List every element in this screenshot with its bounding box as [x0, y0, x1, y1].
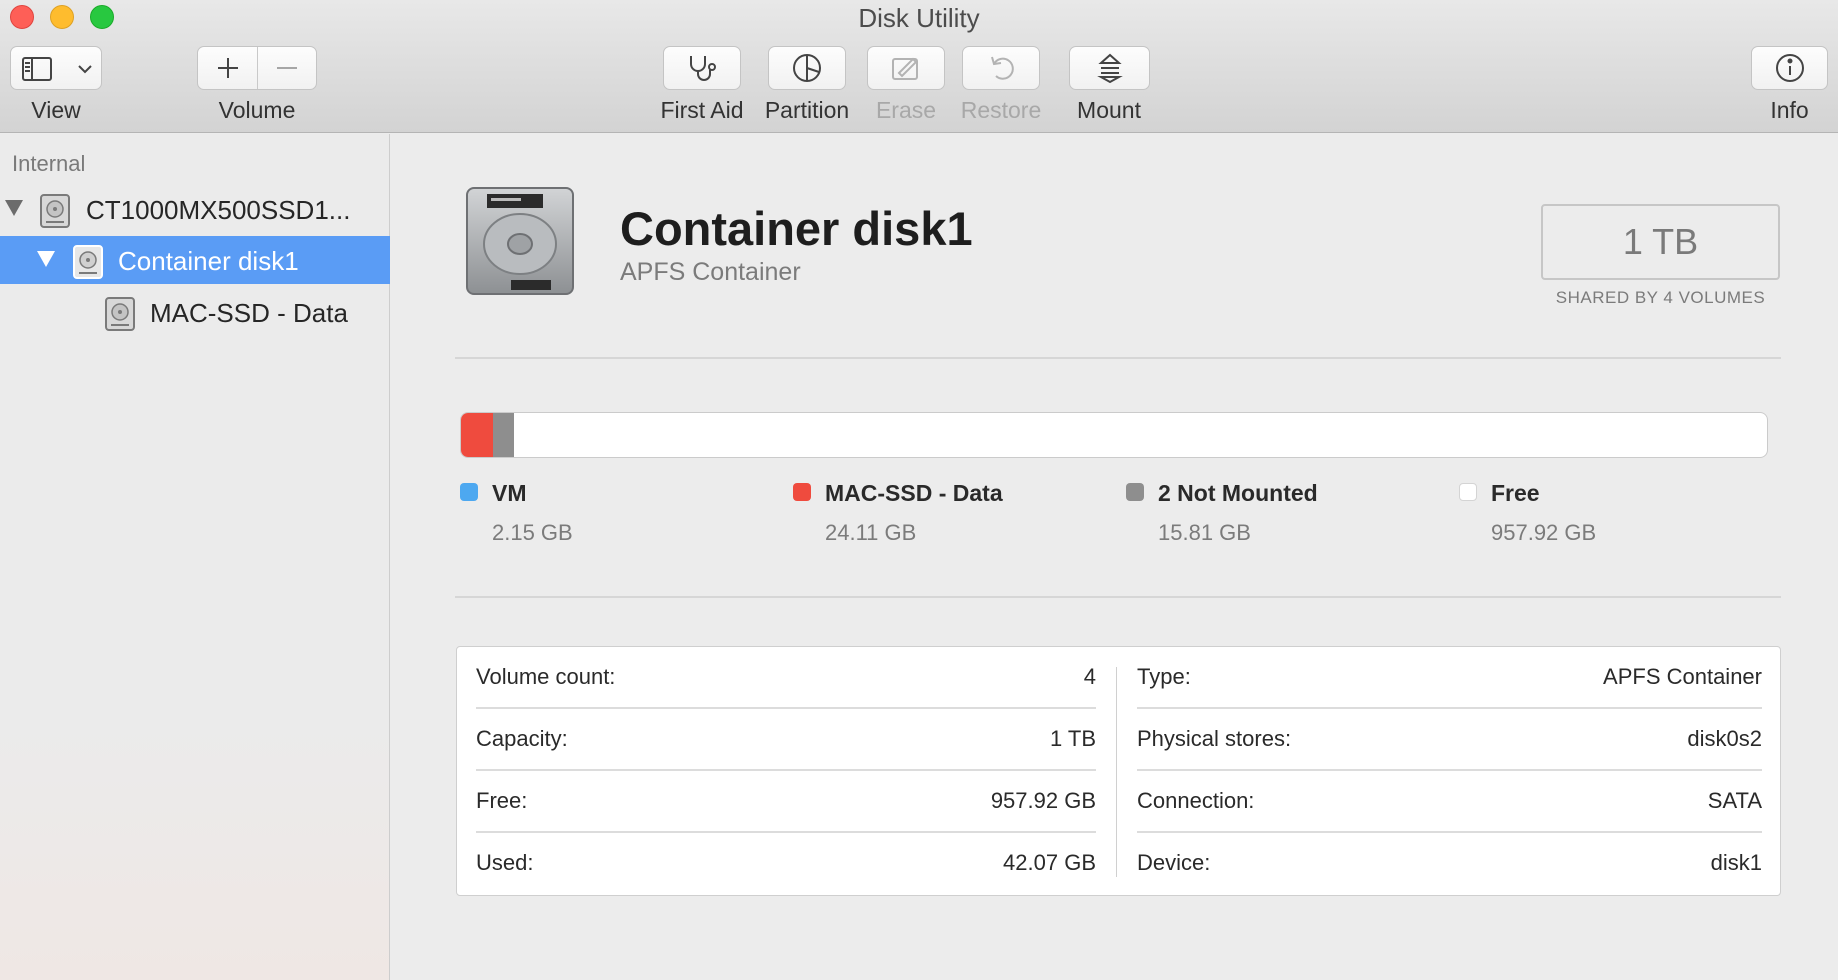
- info-key: Used:: [476, 850, 534, 875]
- disclosure-triangle-icon[interactable]: [37, 251, 55, 267]
- minus-icon: [277, 67, 297, 69]
- mount-button[interactable]: [1069, 46, 1150, 90]
- erase-button[interactable]: [867, 46, 945, 90]
- info-table: Volume count: 4 Capacity: 1 TB Free: 957…: [456, 646, 1781, 896]
- window-title: Disk Utility: [858, 3, 980, 33]
- legend-swatch: [460, 483, 478, 501]
- sidebar-item-label: Container disk1: [118, 246, 299, 276]
- hard-drive-icon: [40, 194, 70, 228]
- sidebar-item-mac-ssd-data[interactable]: MAC-SSD - Data: [0, 288, 390, 336]
- info-value: SATA: [1707, 788, 1762, 813]
- sidebar-item-label: CT1000MX500SSD1...: [86, 195, 351, 225]
- restore-label: Restore: [960, 97, 1042, 123]
- capacity-note: SHARED BY 4 VOLUMES: [1555, 288, 1766, 307]
- info-key: Type:: [1137, 664, 1191, 689]
- divider: [455, 357, 1781, 359]
- info-value: 42.07 GB: [1003, 850, 1096, 875]
- volume-label: Volume: [218, 97, 296, 123]
- sidebar-item-ct1000mx500ssd1[interactable]: CT1000MX500SSD1...: [0, 185, 390, 233]
- view-button[interactable]: [10, 46, 102, 90]
- legend-swatch: [1459, 483, 1477, 501]
- info-label: Info: [1770, 97, 1809, 123]
- info-row-free: Free: 957.92 GB: [476, 771, 1096, 833]
- hard-drive-icon: [105, 297, 135, 331]
- legend-name: MAC-SSD - Data: [825, 480, 1003, 506]
- first-aid-label: First Aid: [660, 97, 744, 123]
- info-value: 957.92 GB: [990, 788, 1096, 813]
- info-value: 4: [1083, 664, 1096, 689]
- info-value: 1 TB: [1049, 726, 1096, 751]
- usage-bar-segment: [493, 413, 514, 457]
- volume-title: Container disk1: [620, 202, 973, 255]
- add-volume-button[interactable]: [198, 47, 258, 89]
- first-aid-button[interactable]: [663, 46, 741, 90]
- info-row-physical-stores: Physical stores: disk0s2: [1137, 709, 1762, 771]
- disclosure-triangle-icon[interactable]: [5, 200, 23, 216]
- info-key: Device:: [1137, 850, 1211, 875]
- pie-chart-icon: [793, 54, 821, 82]
- volume-segmented-control: [197, 46, 317, 90]
- info-icon: [1775, 54, 1804, 82]
- legend-size: 957.92 GB: [1491, 520, 1597, 545]
- legend-size: 2.15 GB: [492, 520, 573, 545]
- mount-label: Mount: [1077, 97, 1141, 123]
- sidebar-item-container-disk1[interactable]: Container disk1: [0, 236, 390, 284]
- info-row-connection: Connection: SATA: [1137, 771, 1762, 833]
- sidebar-item-label: MAC-SSD - Data: [150, 298, 348, 328]
- info-key: Capacity:: [476, 726, 568, 751]
- info-key: Volume count:: [476, 664, 616, 689]
- view-label: View: [31, 97, 81, 123]
- volume-subtitle: APFS Container: [620, 258, 801, 286]
- legend-swatch: [793, 483, 811, 501]
- stethoscope-icon: [690, 56, 716, 81]
- erase-label: Erase: [875, 97, 937, 123]
- remove-volume-button[interactable]: [258, 47, 316, 89]
- legend-name: 2 Not Mounted: [1158, 480, 1318, 506]
- restore-button[interactable]: [962, 46, 1040, 90]
- capacity-value: 1 TB: [1622, 221, 1699, 262]
- info-key: Connection:: [1137, 788, 1255, 813]
- info-value: APFS Container: [1603, 664, 1762, 689]
- info-row-volume-count: Volume count: 4: [476, 647, 1096, 709]
- partition-button[interactable]: [768, 46, 846, 90]
- chevron-down-icon: [78, 65, 92, 74]
- legend-swatch: [1126, 483, 1144, 501]
- info-button[interactable]: [1751, 46, 1828, 90]
- info-table-separator: [1116, 667, 1117, 877]
- info-value: disk0s2: [1687, 726, 1762, 751]
- capacity-box: 1 TB: [1541, 204, 1780, 280]
- legend-size: 24.11 GB: [825, 520, 917, 545]
- usage-bar: [460, 412, 1768, 458]
- usage-bar-segment: [461, 413, 493, 457]
- sidebar: Internal CT1000MX500SSD1... Container di…: [0, 134, 390, 980]
- info-value: disk1: [1710, 850, 1762, 875]
- sidebar-section-header: Internal: [12, 151, 86, 176]
- mount-icon: [1096, 53, 1123, 84]
- plus-icon: [218, 58, 238, 78]
- info-row-device: Device: disk1: [1137, 833, 1762, 895]
- info-key: Free:: [476, 788, 528, 813]
- partition-label: Partition: [764, 97, 850, 123]
- info-row-used: Used: 42.07 GB: [476, 833, 1096, 895]
- main-content: Container disk1 APFS Container 1 TB SHAR…: [391, 134, 1838, 980]
- restore-arrow-icon: [991, 56, 1014, 80]
- hard-drive-icon: [73, 245, 103, 279]
- hard-drive-icon: [466, 187, 574, 295]
- sidebar-icon: [22, 57, 52, 81]
- info-key: Physical stores:: [1137, 726, 1292, 751]
- legend-size: 15.81 GB: [1158, 520, 1251, 545]
- info-row-type: Type: APFS Container: [1137, 647, 1762, 709]
- info-row-capacity: Capacity: 1 TB: [476, 709, 1096, 771]
- legend-name: VM: [492, 480, 527, 506]
- legend-name: Free: [1491, 480, 1540, 506]
- eraser-icon: [892, 57, 918, 80]
- toolbar: Disk Utility View Volume First Aid Parti…: [0, 0, 1838, 133]
- divider: [455, 596, 1781, 598]
